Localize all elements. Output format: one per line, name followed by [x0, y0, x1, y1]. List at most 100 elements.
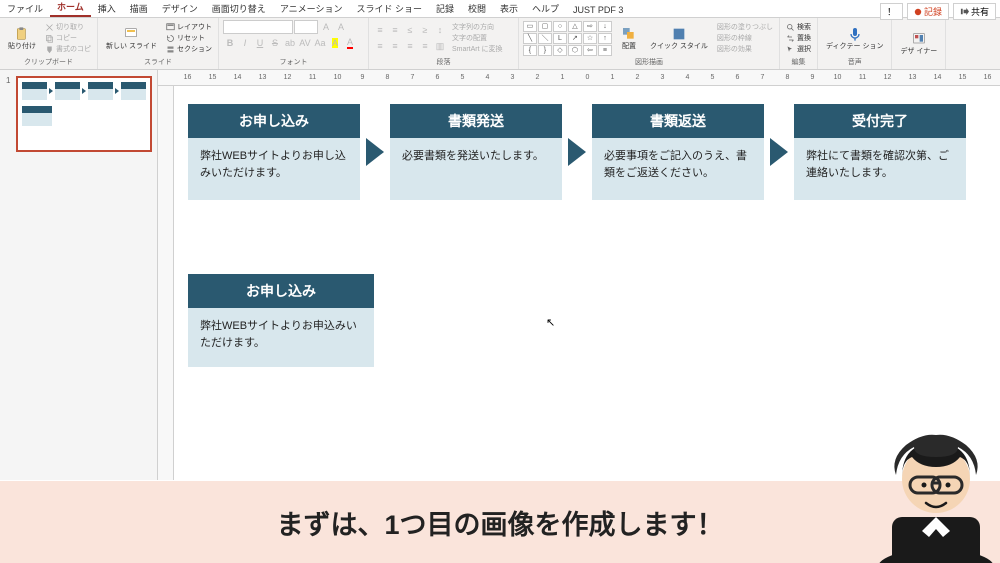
- arrow-icon[interactable]: [366, 138, 384, 166]
- record-button[interactable]: 記録: [907, 3, 949, 20]
- record-label: 記録: [924, 5, 942, 18]
- shape-outline-button[interactable]: 図形の枠線: [715, 33, 775, 43]
- text-align-button[interactable]: 文字の配置: [450, 33, 505, 43]
- tab-record[interactable]: 記録: [429, 0, 461, 17]
- tab-draw[interactable]: 描画: [123, 0, 155, 17]
- process-card-4[interactable]: 受付完了 弊社にて書類を確認次第、ご連絡いたします。: [794, 104, 966, 200]
- font-size-input[interactable]: [294, 20, 318, 34]
- clipboard-group-label: クリップボード: [4, 56, 93, 67]
- strike-button[interactable]: S: [268, 36, 282, 50]
- indent-inc-button[interactable]: ≥: [418, 23, 432, 37]
- share-label: 共有: [971, 5, 989, 18]
- spacing-button[interactable]: AV: [298, 36, 312, 50]
- process-flow: お申し込み 弊社WEBサイトよりお申し込みいただけます。 書類発送 必要書類を発…: [188, 104, 986, 200]
- align-left-button[interactable]: ≡: [373, 39, 387, 53]
- bold-button[interactable]: B: [223, 36, 237, 50]
- group-slides: 新しい スライド レイアウト リセット セクション スライド: [98, 18, 219, 69]
- process-card-3[interactable]: 書類返送 必要事項をご記入のうえ、書類をご返送ください。: [592, 104, 764, 200]
- voice-group-label: 音声: [822, 56, 887, 67]
- shapes-gallery[interactable]: ▭▢○△⇨↓ ╲＼L↗☆↑ {}◇⬡⇦≡: [523, 21, 612, 56]
- group-editing: 検索 置換 選択 編集: [780, 18, 818, 69]
- cursor-icon: ↖: [546, 316, 555, 329]
- group-drawing: ▭▢○△⇨↓ ╲＼L↗☆↑ {}◇⬡⇦≡ 配置 クイック スタイル 図形の塗りつ…: [519, 18, 780, 69]
- info-button[interactable]: ！: [880, 3, 903, 20]
- tab-transitions[interactable]: 画面切り替え: [205, 0, 273, 17]
- shadow-button[interactable]: ab: [283, 36, 297, 50]
- line-spacing-button[interactable]: ↕: [433, 23, 447, 37]
- process-card-2[interactable]: 書類発送 必要書類を発送いたします。: [390, 104, 562, 200]
- quick-styles-label: クイック スタイル: [650, 43, 708, 51]
- designer-label: デザ イナー: [900, 48, 937, 56]
- tab-file[interactable]: ファイル: [0, 0, 50, 17]
- layout-button[interactable]: レイアウト: [164, 22, 214, 32]
- tab-slideshow[interactable]: スライド ショー: [349, 0, 429, 17]
- tab-review[interactable]: 校閲: [461, 0, 493, 17]
- case-button[interactable]: Aa: [313, 36, 327, 50]
- tab-view[interactable]: 表示: [493, 0, 525, 17]
- ruler-horizontal: 1615141312111098765432101234567891011121…: [158, 70, 1000, 86]
- avatar-illustration: [872, 419, 1000, 563]
- shape-fill-button[interactable]: 図形の塗りつぶし: [715, 22, 775, 32]
- arrange-button[interactable]: 配置: [615, 24, 643, 53]
- quick-styles-button[interactable]: クイック スタイル: [646, 24, 712, 53]
- new-slide-button[interactable]: 新しい スライド: [102, 24, 161, 53]
- underline-button[interactable]: U: [253, 36, 267, 50]
- tab-design[interactable]: デザイン: [155, 0, 205, 17]
- format-painter-button[interactable]: 書式のコピ: [43, 44, 93, 54]
- share-button[interactable]: 共有: [953, 3, 996, 20]
- card-4-title: 受付完了: [794, 104, 966, 138]
- columns-button[interactable]: ▥: [433, 39, 447, 53]
- tab-insert[interactable]: 挿入: [91, 0, 123, 17]
- reset-button[interactable]: リセット: [164, 33, 214, 43]
- card-3-body: 必要事項をご記入のうえ、書類をご返送ください。: [592, 138, 764, 200]
- indent-dec-button[interactable]: ≤: [403, 23, 417, 37]
- shape-effects-button[interactable]: 図形の効果: [715, 44, 775, 54]
- group-clipboard: 貼り付け 切り取り コピー 書式のコピ クリップボード: [0, 18, 98, 69]
- tab-justpdf[interactable]: JUST PDF 3: [566, 3, 630, 17]
- card-2-title: 書類発送: [390, 104, 562, 138]
- tab-help[interactable]: ヘルプ: [525, 0, 566, 17]
- smartart-button[interactable]: SmartArt に変換: [450, 44, 505, 54]
- bullets-button[interactable]: ≡: [373, 23, 387, 37]
- cut-button[interactable]: 切り取り: [43, 22, 93, 32]
- numbering-button[interactable]: ≡: [388, 23, 402, 37]
- card-4-body: 弊社にて書類を確認次第、ご連絡いたします。: [794, 138, 966, 200]
- tab-home[interactable]: ホーム: [50, 0, 91, 17]
- find-button[interactable]: 検索: [784, 22, 813, 32]
- workspace: 1 16151413121110987654321012345678910111…: [0, 70, 1000, 480]
- copy-button[interactable]: コピー: [43, 33, 93, 43]
- caption-text: まずは、1つ目の画像を作成します！: [276, 503, 723, 542]
- designer-button[interactable]: デザ イナー: [896, 29, 941, 58]
- replace-button[interactable]: 置換: [784, 33, 813, 43]
- bottom-caption: まずは、1つ目の画像を作成します！: [0, 481, 1000, 563]
- card-2-body: 必要書類を発送いたします。: [390, 138, 562, 200]
- justify-button[interactable]: ≡: [418, 39, 432, 53]
- thumbnail-pane[interactable]: 1: [0, 70, 158, 480]
- highlight-button[interactable]: A: [328, 36, 342, 50]
- single-card[interactable]: お申し込み 弊社WEBサイトよりお申込みいただけます。: [188, 274, 374, 367]
- decrease-font-button[interactable]: A: [334, 20, 348, 34]
- slide-thumbnail-1[interactable]: [16, 76, 152, 152]
- ribbon-tabs: ファイル ホーム 挿入 描画 デザイン 画面切り替え アニメーション スライド …: [0, 0, 1000, 18]
- drawing-group-label: 図形描画: [523, 56, 775, 67]
- increase-font-button[interactable]: A: [319, 20, 333, 34]
- align-center-button[interactable]: ≡: [388, 39, 402, 53]
- section-button[interactable]: セクション: [164, 44, 214, 54]
- single-card-title: お申し込み: [188, 274, 374, 308]
- paste-button[interactable]: 貼り付け: [4, 24, 40, 53]
- paste-label: 貼り付け: [8, 43, 36, 51]
- tab-animations[interactable]: アニメーション: [273, 0, 350, 17]
- process-card-1[interactable]: お申し込み 弊社WEBサイトよりお申し込みいただけます。: [188, 104, 360, 200]
- align-right-button[interactable]: ≡: [403, 39, 417, 53]
- text-direction-button[interactable]: 文字列の方向: [450, 22, 505, 32]
- font-family-input[interactable]: [223, 20, 293, 34]
- arrow-icon[interactable]: [568, 138, 586, 166]
- select-button[interactable]: 選択: [784, 44, 813, 54]
- font-color-button[interactable]: A: [343, 36, 357, 50]
- italic-button[interactable]: I: [238, 36, 252, 50]
- arrow-icon[interactable]: [770, 138, 788, 166]
- card-3-title: 書類返送: [592, 104, 764, 138]
- group-voice: ディクテー ション 音声: [818, 18, 892, 69]
- dictate-button[interactable]: ディクテー ション: [822, 24, 887, 53]
- paragraph-group-label: 段落: [373, 56, 514, 67]
